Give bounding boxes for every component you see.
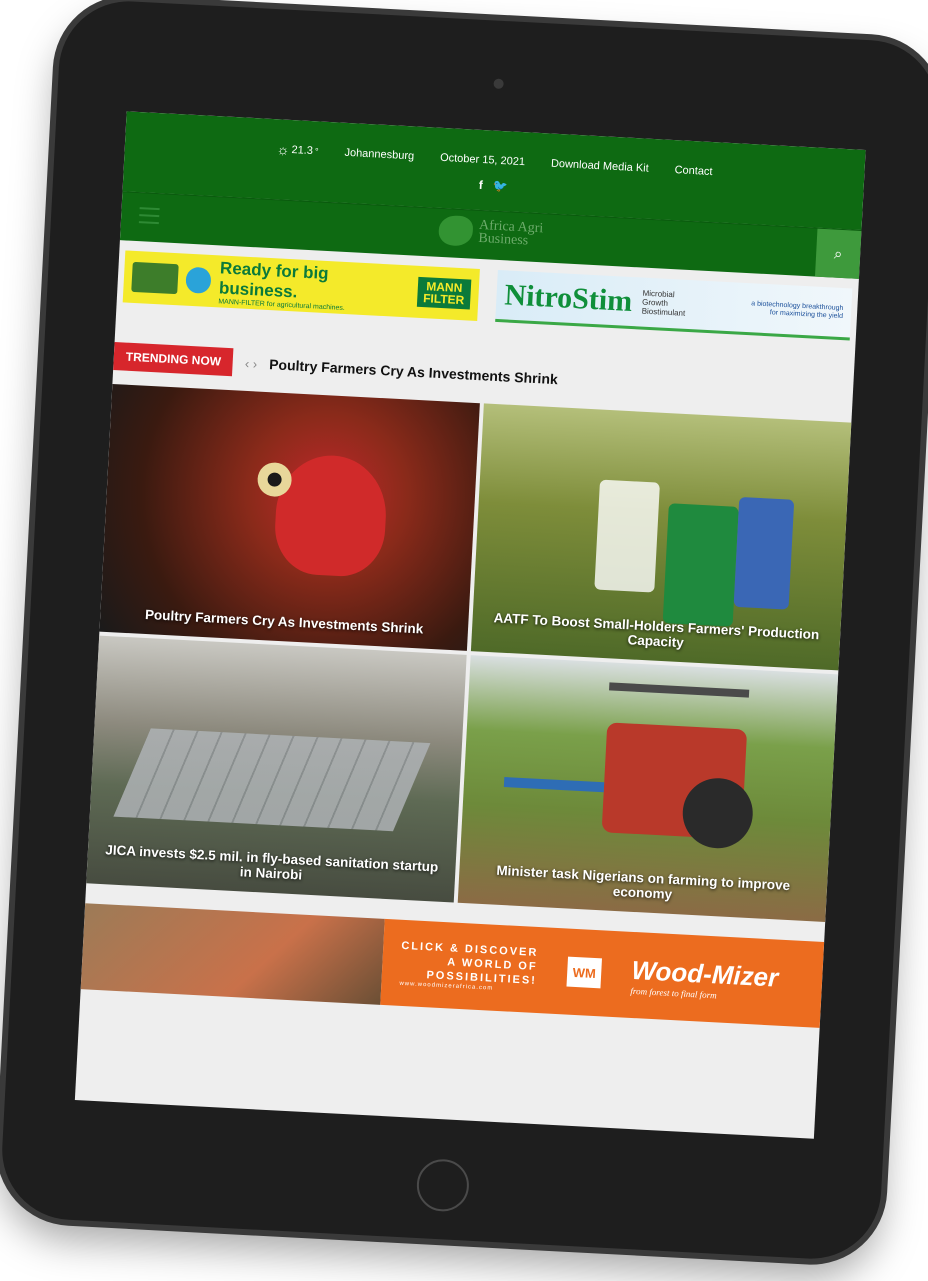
nitrostim-desc: Microbial Growth Biostimulant (641, 288, 686, 318)
trending-label: TRENDING NOW (113, 342, 234, 377)
article-tile[interactable]: Poultry Farmers Cry As Investments Shrin… (99, 383, 480, 651)
trending-headline[interactable]: Poultry Farmers Cry As Investments Shrin… (269, 356, 558, 387)
article-tile[interactable]: JICA invests $2.5 mil. in fly-based sani… (86, 635, 467, 903)
wood-cta: CLICK & DISCOVER A WORLD OF POSSIBILITIE… (401, 939, 539, 987)
sawmill-image (80, 903, 385, 1005)
date: October 15, 2021 (439, 151, 526, 169)
sun-icon: ☼ (276, 141, 290, 158)
mann-logo-bottom: FILTER (422, 291, 465, 308)
front-camera (493, 78, 504, 90)
mann-filter-logo: MANN FILTER (416, 276, 472, 310)
africa-map-icon (438, 214, 474, 247)
article-tile[interactable]: Minister task Nigerians on farming to im… (457, 655, 839, 922)
facebook-icon[interactable]: f (478, 178, 483, 192)
home-button[interactable] (415, 1158, 471, 1213)
weather-widget: ☼ 21.3 ° (276, 141, 319, 159)
degree-symbol: ° (314, 146, 319, 157)
menu-icon[interactable] (138, 207, 160, 225)
temperature: 21.3 (291, 144, 314, 158)
featured-grid: Poultry Farmers Cry As Investments Shrin… (86, 383, 852, 922)
article-title: JICA invests $2.5 mil. in fly-based sani… (104, 842, 439, 883)
tractor-image (131, 261, 179, 295)
nitrostim-brand: NitroStim (503, 277, 634, 318)
city: Johannesburg (344, 146, 415, 163)
contact-link[interactable]: Contact (674, 164, 712, 178)
wood-mizer-ad[interactable]: CLICK & DISCOVER A WORLD OF POSSIBILITIE… (80, 903, 825, 1028)
download-media-kit-link[interactable]: Download Media Kit (551, 158, 649, 175)
article-title: AATF To Boost Small-Holders Farmers' Pro… (493, 610, 820, 651)
trending-nav-arrows[interactable]: ‹ › (245, 355, 258, 371)
wood-mizer-logo-mark: WM (566, 956, 603, 989)
site-logo[interactable]: Africa Agri Business (438, 214, 544, 250)
article-title: Poultry Farmers Cry As Investments Shrin… (144, 606, 424, 637)
article-title: Minister task Nigerians on farming to im… (496, 862, 791, 902)
ad-badge-icon (184, 266, 213, 294)
search-button[interactable]: ⌕ (814, 228, 862, 279)
nitrostim-tagline: a biotechnology breakthrough for maximiz… (751, 299, 844, 320)
search-icon: ⌕ (833, 245, 843, 263)
twitter-icon[interactable]: 🐦 (492, 179, 508, 194)
screen: ☼ 21.3 ° Johannesburg October 15, 2021 D… (74, 111, 866, 1139)
article-tile[interactable]: AATF To Boost Small-Holders Farmers' Pro… (470, 403, 852, 671)
tablet-device: ☼ 21.3 ° Johannesburg October 15, 2021 D… (0, 0, 928, 1263)
